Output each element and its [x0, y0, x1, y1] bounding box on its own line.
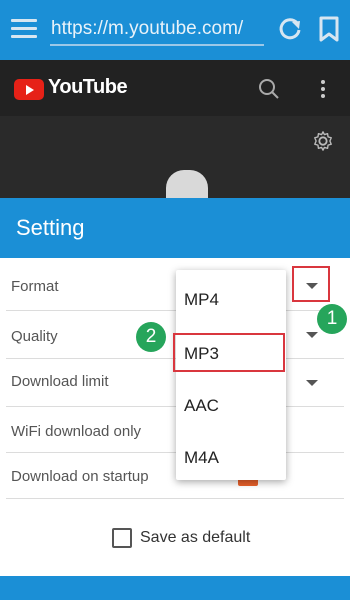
search-icon[interactable] — [258, 78, 280, 100]
format-dropdown-highlight — [292, 266, 330, 302]
youtube-logo-text[interactable]: YouTube — [48, 76, 128, 99]
refresh-icon[interactable] — [277, 16, 303, 42]
step-1-badge: 1 — [317, 304, 347, 334]
youtube-logo-icon[interactable] — [14, 79, 44, 100]
browser-toolbar — [0, 0, 350, 60]
download-on-startup-label: Download on startup — [11, 468, 149, 485]
youtube-header: YouTube — [0, 60, 350, 116]
divider — [6, 452, 344, 453]
format-dropdown-menu: MP4 MP3 AAC M4A — [176, 270, 286, 480]
hamburger-menu-icon[interactable] — [11, 19, 37, 39]
step-2-badge: 2 — [136, 322, 166, 352]
gear-icon[interactable] — [312, 130, 334, 152]
save-as-default-label: Save as default — [140, 529, 251, 546]
checkbox-icon[interactable] — [112, 528, 132, 548]
address-bar[interactable] — [50, 14, 264, 46]
bookmark-icon[interactable] — [318, 16, 340, 42]
download-on-startup-row[interactable]: Download on startup — [0, 454, 350, 502]
divider — [6, 406, 344, 407]
quality-dropdown-arrow-icon[interactable] — [306, 332, 318, 338]
wifi-only-label: WiFi download only — [11, 423, 142, 440]
wifi-only-row[interactable]: WiFi download only — [0, 408, 350, 456]
more-vertical-icon[interactable] — [320, 80, 326, 100]
quality-label: Quality — [11, 328, 58, 345]
format-option-aac[interactable]: AAC — [184, 396, 219, 416]
format-label: Format — [11, 278, 59, 295]
format-option-mp4[interactable]: MP4 — [184, 290, 219, 310]
save-as-default-option[interactable]: Save as default — [112, 527, 250, 549]
mp3-option-highlight — [173, 333, 285, 372]
dialog-bottom-bar — [0, 576, 350, 600]
divider — [6, 310, 344, 311]
download-limit-dropdown-arrow-icon[interactable] — [306, 380, 318, 386]
video-preview-figure — [166, 170, 208, 198]
divider — [6, 498, 344, 499]
download-limit-label: Download limit — [11, 373, 109, 390]
format-option-m4a[interactable]: M4A — [184, 448, 219, 468]
dialog-title: Setting — [16, 215, 85, 240]
setting-dialog-header: Setting — [0, 198, 350, 258]
